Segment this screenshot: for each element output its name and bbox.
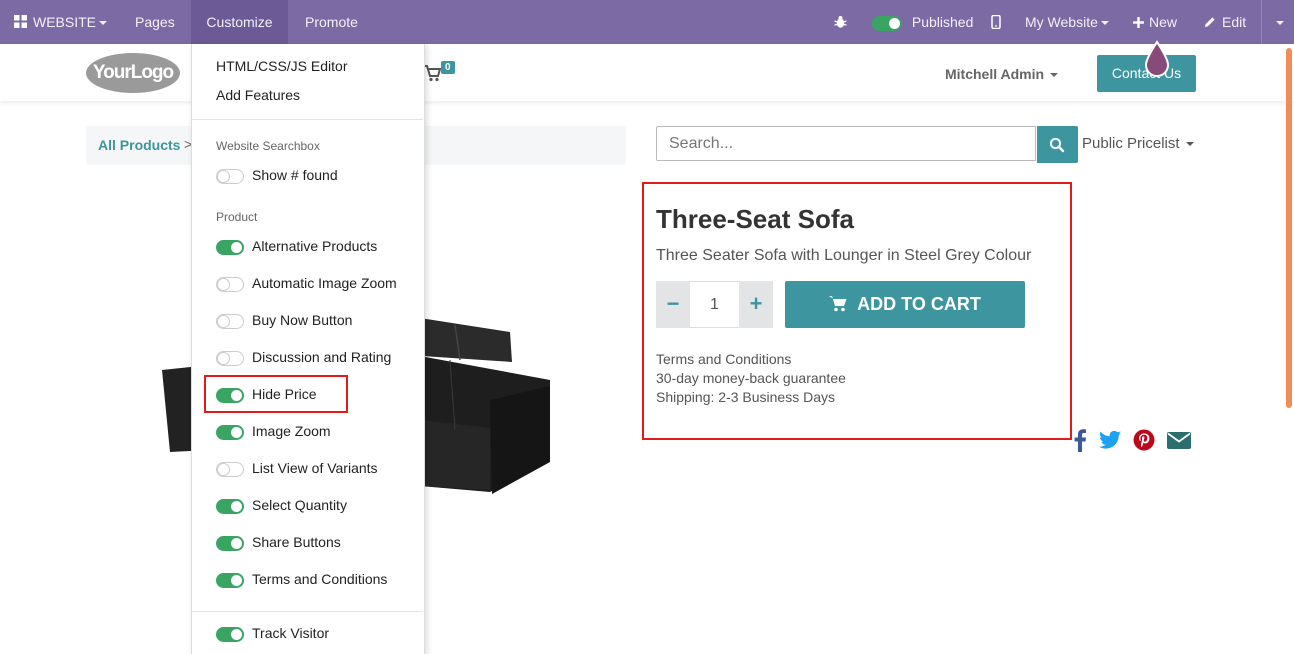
product-name: Three-Seat Sofa <box>656 204 854 234</box>
option-label: Buy Now Button <box>252 312 353 328</box>
new-button[interactable]: New <box>1133 0 1177 44</box>
quantity-decrease-button[interactable]: − <box>656 281 690 328</box>
option-list-view-of-variants[interactable]: List View of Variants <box>216 460 378 477</box>
option-show-found[interactable]: Show # found <box>216 167 338 184</box>
toggle-switch <box>216 498 244 514</box>
my-website-label: My Website <box>1025 14 1098 30</box>
option-discussion-and-rating[interactable]: Discussion and Rating <box>216 349 391 366</box>
shopping-cart-icon <box>829 296 847 312</box>
pinterest-icon[interactable] <box>1133 428 1155 452</box>
option-select-quantity[interactable]: Select Quantity <box>216 497 347 514</box>
option-share-buttons[interactable]: Share Buttons <box>216 534 341 551</box>
editor-top-bar: WEBSITE Pages Customize Promote Publishe… <box>0 0 1294 44</box>
twitter-icon[interactable] <box>1099 428 1121 452</box>
toggle-switch <box>216 276 244 292</box>
edit-button[interactable]: Edit <box>1204 0 1246 44</box>
toggle-switch <box>216 239 244 255</box>
option-label: Track Visitor <box>252 625 330 641</box>
new-label: New <box>1149 14 1178 30</box>
toggle-switch <box>216 350 244 366</box>
option-label: Show # found <box>252 167 338 183</box>
edit-label: Edit <box>1222 14 1247 30</box>
guarantee-text: 30-day money-back guarantee <box>656 370 846 386</box>
option-automatic-image-zoom[interactable]: Automatic Image Zoom <box>216 275 397 292</box>
highlight-hide-price <box>204 375 348 413</box>
published-toggle[interactable]: Published <box>872 0 973 44</box>
option-alternative-products[interactable]: Alternative Products <box>216 238 377 255</box>
terms-link[interactable]: Terms and Conditions <box>656 350 846 369</box>
published-label: Published <box>911 14 974 30</box>
customize-menu[interactable]: Customize <box>191 0 288 44</box>
product-section-header: Product <box>216 210 258 224</box>
user-menu[interactable]: Mitchell Admin <box>945 66 1059 82</box>
option-label: Alternative Products <box>252 238 378 254</box>
option-label: Share Buttons <box>252 534 341 550</box>
pencil-icon <box>1205 17 1215 27</box>
option-buy-now-button[interactable]: Buy Now Button <box>216 312 352 329</box>
website-menu[interactable]: WEBSITE <box>14 0 108 44</box>
toggle-switch <box>216 626 244 642</box>
page-scrollbar[interactable] <box>1286 48 1292 408</box>
breadcrumb-all-products[interactable]: All Products <box>98 137 180 153</box>
option-image-zoom[interactable]: Image Zoom <box>216 423 331 440</box>
debug-bug-icon[interactable] <box>834 0 847 44</box>
pricelist-label: Public Pricelist <box>1082 135 1180 152</box>
option-track-visitor[interactable]: Track Visitor <box>216 625 329 642</box>
toggle-switch <box>216 535 244 551</box>
option-label: Select Quantity <box>252 497 347 513</box>
shipping-text: Shipping: 2-3 Business Days <box>656 389 835 405</box>
plus-icon <box>1133 17 1144 28</box>
option-label: Image Zoom <box>252 423 331 439</box>
chevron-down-icon <box>1276 21 1284 26</box>
quantity-stepper: − 1 + <box>656 281 773 328</box>
option-terms-and-conditions[interactable]: Terms and Conditions <box>216 571 387 588</box>
toggle-switch <box>216 313 244 329</box>
chevron-down-icon <box>99 21 108 26</box>
option-label: Automatic Image Zoom <box>252 275 397 291</box>
cart-count-badge: 0 <box>441 61 455 74</box>
toggle-switch <box>216 572 244 588</box>
website-menu-label: WEBSITE <box>33 14 97 30</box>
toggle-switch <box>216 461 244 477</box>
add-to-cart-label: ADD TO CART <box>857 294 981 314</box>
menu-divider <box>192 119 423 120</box>
quantity-input[interactable]: 1 <box>690 281 739 328</box>
html-css-js-editor-item[interactable]: HTML/CSS/JS Editor <box>216 58 347 74</box>
facebook-icon[interactable] <box>1073 428 1087 452</box>
chevron-down-icon <box>1050 73 1059 78</box>
customize-dropdown-menu: HTML/CSS/JS Editor Add Features Website … <box>191 44 425 654</box>
pricelist-dropdown[interactable]: Public Pricelist <box>1082 135 1194 152</box>
terms-block: Terms and Conditions 30-day money-back g… <box>656 350 846 407</box>
searchbox-section-header: Website Searchbox <box>216 139 320 153</box>
add-features-item[interactable]: Add Features <box>216 87 300 103</box>
my-website-menu[interactable]: My Website <box>1025 0 1109 44</box>
option-label: Terms and Conditions <box>252 571 388 587</box>
menu-divider <box>192 611 423 612</box>
site-logo[interactable]: YourLogo <box>86 53 180 93</box>
published-switch <box>872 15 902 31</box>
more-options-toggle[interactable] <box>1261 0 1294 44</box>
user-name: Mitchell Admin <box>945 66 1045 82</box>
chevron-down-icon <box>1185 142 1194 147</box>
tour-droplet-icon[interactable] <box>1144 40 1170 78</box>
option-label: List View of Variants <box>252 460 378 476</box>
search-button[interactable] <box>1037 126 1078 163</box>
envelope-icon[interactable] <box>1167 428 1191 452</box>
apps-grid-icon <box>14 15 27 28</box>
quantity-increase-button[interactable]: + <box>739 281 773 328</box>
search-input[interactable] <box>656 126 1036 161</box>
search-icon <box>1049 137 1065 153</box>
pages-menu[interactable]: Pages <box>135 0 175 44</box>
toggle-switch <box>216 168 244 184</box>
promote-menu[interactable]: Promote <box>305 0 358 44</box>
product-description: Three Seater Sofa with Lounger in Steel … <box>656 247 1032 264</box>
chevron-down-icon <box>1100 21 1109 26</box>
toggle-switch <box>216 424 244 440</box>
add-to-cart-button[interactable]: ADD TO CART <box>785 281 1025 328</box>
mobile-preview-icon[interactable] <box>991 0 1001 44</box>
option-label: Discussion and Rating <box>252 349 392 365</box>
